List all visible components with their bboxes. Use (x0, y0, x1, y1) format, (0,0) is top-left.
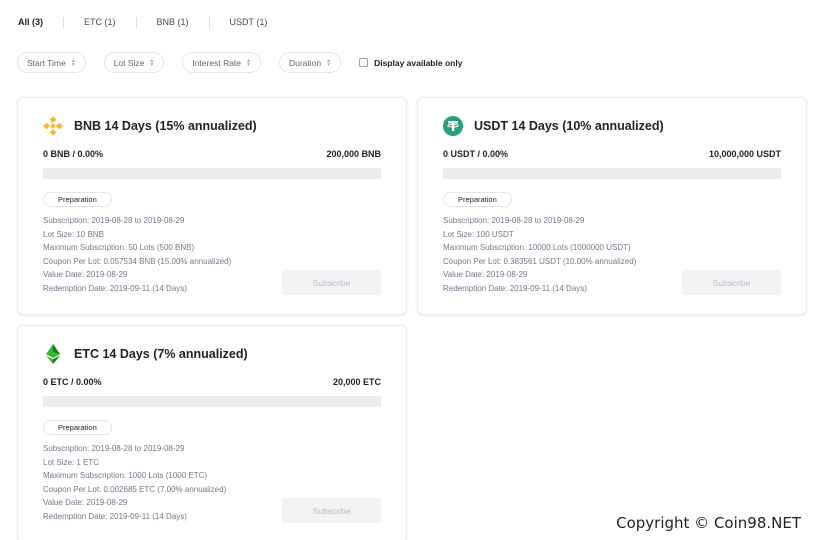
product-card-usdt: USDT 14 Days (10% annualized) 0 USDT / 0… (417, 97, 807, 315)
product-details: Subscription: 2019-08-28 to 2019-08-29 L… (43, 214, 231, 296)
duration-label: Duration (288, 57, 322, 68)
interest-rate-sort-button[interactable]: Interest Rate ▲ ▼ (182, 52, 261, 73)
tab-divider (63, 16, 65, 28)
detail-max-subscription: Maximum Subscription: 50 Lots (500 BNB) (43, 243, 195, 253)
detail-subscription: Subscription: 2019-08-28 to 2019-08-29 (443, 216, 585, 225)
sort-arrows-icon: ▲ ▼ (70, 57, 76, 68)
subscribe-button[interactable]: Subscribe (682, 270, 781, 295)
card-header: ETC 14 Days (7% annualized) (42, 343, 248, 364)
status-badge: Preparation (43, 192, 112, 207)
subscribe-button[interactable]: Subscribe (282, 498, 381, 523)
detail-value-date: Value Date: 2019-08-29 (43, 270, 128, 280)
subscribe-button[interactable]: Subscribe (282, 270, 381, 295)
detail-redemption-date: Redemption Date: 2019-09-11 (14 Days) (443, 283, 587, 293)
card-title: BNB 14 Days (15% annualized) (74, 118, 257, 133)
display-available-toggle[interactable]: Display available only (359, 58, 462, 68)
card-title: ETC 14 Days (7% annualized) (74, 346, 248, 361)
detail-max-subscription: Maximum Subscription: 1000 Lots (1000 ET… (43, 471, 208, 481)
display-available-label: Display available only (374, 57, 463, 68)
detail-subscription: Subscription: 2019-08-28 to 2019-08-29 (43, 216, 185, 225)
sort-arrows-icon: ▲ ▼ (326, 57, 332, 68)
tab-bnb[interactable]: BNB (1) (157, 15, 189, 29)
total-amount: 200,000 BNB (326, 149, 381, 159)
sort-arrows-icon: ▲ ▼ (246, 57, 251, 68)
detail-coupon: Coupon Per Lot: 0.057534 BNB (15.00% ann… (43, 256, 232, 266)
start-time-label: Start Time (27, 57, 66, 68)
duration-sort-button[interactable]: Duration ▲ ▼ (278, 52, 342, 73)
detail-redemption-date: Redemption Date: 2019-09-11 (14 Days) (43, 511, 187, 521)
subscription-progress-bar (43, 168, 381, 179)
interest-rate-label: Interest Rate (192, 57, 242, 68)
detail-subscription: Subscription: 2019-08-28 to 2019-08-29 (43, 444, 185, 453)
subscription-progress-bar (43, 396, 381, 407)
card-title: USDT 14 Days (10% annualized) (474, 118, 664, 133)
display-available-checkbox[interactable] (359, 58, 369, 67)
asset-tabs: All (3) ETC (1) BNB (1) USDT (1) (18, 15, 267, 29)
product-details: Subscription: 2019-08-28 to 2019-08-29 L… (443, 214, 636, 296)
bnb-coin-icon (42, 115, 63, 136)
detail-value-date: Value Date: 2019-08-29 (443, 270, 528, 280)
status-badge: Preparation (43, 420, 112, 435)
card-header: BNB 14 Days (15% annualized) (42, 115, 257, 136)
product-card-bnb: BNB 14 Days (15% annualized) 0 BNB / 0.0… (17, 97, 407, 315)
tab-all[interactable]: All (3) (18, 15, 43, 29)
subscribed-amount: 0 BNB / 0.00% (43, 149, 104, 159)
detail-value-date: Value Date: 2019-08-29 (43, 498, 128, 508)
product-details: Subscription: 2019-08-28 to 2019-08-29 L… (43, 442, 226, 524)
detail-redemption-date: Redemption Date: 2019-09-11 (14 Days) (43, 283, 187, 293)
start-time-sort-button[interactable]: Start Time ▲ ▼ (17, 52, 86, 73)
status-badge: Preparation (443, 192, 512, 207)
tab-usdt[interactable]: USDT (1) (230, 15, 268, 29)
copyright-watermark: Copyright © Coin98.NET (616, 514, 801, 532)
card-header: USDT 14 Days (10% annualized) (442, 115, 664, 136)
product-card-etc: ETC 14 Days (7% annualized) 0 ETC / 0.00… (17, 325, 407, 540)
detail-lot-size: Lot Size: 1 ETC (43, 457, 100, 467)
etc-coin-icon (42, 343, 63, 364)
subscribed-amount: 0 USDT / 0.00% (443, 149, 509, 159)
subscription-progress-bar (443, 168, 781, 179)
subscribed-amount: 0 ETC / 0.00% (43, 377, 102, 387)
detail-lot-size: Lot Size: 100 USDT (443, 229, 514, 239)
detail-coupon: Coupon Per Lot: 0.383561 USDT (10.00% an… (443, 256, 637, 266)
total-amount: 10,000,000 USDT (708, 149, 781, 159)
detail-lot-size: Lot Size: 10 BNB (43, 229, 104, 239)
tab-divider (208, 16, 210, 28)
lot-size-sort-button[interactable]: Lot Size ▲ ▼ (103, 52, 165, 73)
lot-size-label: Lot Size (113, 57, 145, 68)
sort-arrows-icon: ▲ ▼ (149, 57, 155, 68)
tab-etc[interactable]: ETC (1) (84, 15, 116, 29)
detail-coupon: Coupon Per Lot: 0.002685 ETC (7.00% annu… (43, 484, 227, 494)
filter-bar: Start Time ▲ ▼ Lot Size ▲ ▼ Interest Rate … (17, 52, 462, 73)
tab-divider (135, 16, 137, 28)
usdt-coin-icon (442, 115, 463, 136)
detail-max-subscription: Maximum Subscription: 10000 Lots (100000… (443, 243, 631, 253)
total-amount: 20,000 ETC (332, 377, 381, 387)
